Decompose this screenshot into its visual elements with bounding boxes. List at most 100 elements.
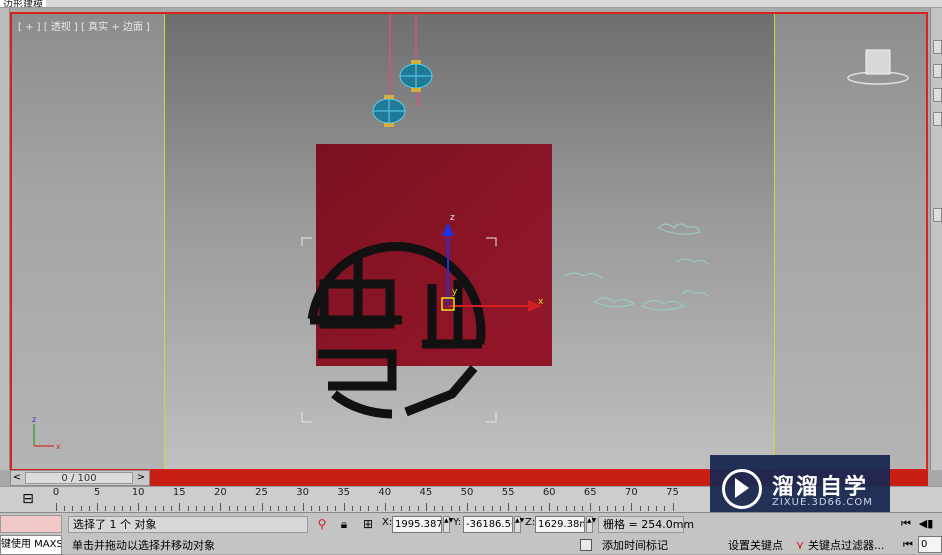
- play-icon: [735, 478, 749, 498]
- viewcube: [847, 49, 909, 85]
- current-frame-field[interactable]: 0: [918, 536, 942, 553]
- key-filters-button[interactable]: 关键点过滤器...: [808, 537, 888, 554]
- frame-tick: [450, 506, 452, 511]
- panel-tab-button[interactable]: [933, 208, 942, 222]
- frame-tick-label: 30: [296, 487, 309, 498]
- frame-tick: [409, 506, 411, 511]
- frame-tick: [351, 506, 353, 511]
- gizmo-y-label: y: [452, 287, 458, 297]
- watermark-subtitle: ZIXUE.3D66.COM: [772, 497, 873, 508]
- frame-tick: [582, 506, 584, 511]
- y-spinner[interactable]: ▲▼: [514, 516, 524, 533]
- frame-tick: [138, 503, 140, 511]
- frame-tick: [393, 506, 395, 511]
- frame-tick: [56, 503, 57, 511]
- axis-tripod: z x: [32, 415, 61, 451]
- prompt-line: 单击并拖动以选择并移动对象: [72, 539, 215, 552]
- frame-tick: [639, 506, 641, 511]
- status-bar: 键使用 MAXScri 选择了 1 个 对象 单击并拖动以选择并移动对象 ⚲ 🔒…: [0, 512, 942, 555]
- time-slider[interactable]: < 0 / 100 >: [10, 470, 150, 486]
- frame-tick: [310, 506, 312, 511]
- add-time-tag-icon[interactable]: [580, 539, 592, 551]
- left-toolbar-strip[interactable]: [0, 8, 10, 470]
- frame-tick: [286, 506, 288, 511]
- time-next-button[interactable]: >: [135, 471, 147, 485]
- panel-tab-button[interactable]: [933, 112, 942, 126]
- frame-tick: [442, 506, 444, 511]
- frame-tick: [253, 506, 255, 511]
- frame-tick: [590, 503, 592, 511]
- key-mode-icon[interactable]: ⏮: [900, 537, 916, 553]
- svg-text:x: x: [56, 442, 61, 451]
- isolate-icon[interactable]: ⚲: [314, 516, 330, 532]
- frame-tick: [105, 506, 107, 511]
- frame-tick: [672, 503, 674, 511]
- frame-tick: [656, 506, 658, 511]
- frame-tick-label: 35: [337, 487, 351, 498]
- frame-tick: [343, 503, 345, 511]
- add-time-tag-button[interactable]: 添加时间标记: [598, 537, 708, 554]
- frame-tick: [458, 506, 460, 511]
- frame-tick: [245, 506, 247, 511]
- frame-tick: [524, 506, 526, 511]
- perspective-viewport[interactable]: [ + ] [ 透视 ] [ 真实 + 边面 ] x y z z x: [10, 12, 928, 471]
- maxscript-listener-input[interactable]: 键使用 MAXScri: [0, 535, 62, 555]
- panel-tab-button[interactable]: [933, 64, 942, 78]
- gizmo-z-label: z: [450, 213, 455, 223]
- frame-tick: [425, 503, 427, 511]
- go-to-start-icon[interactable]: ⏮: [898, 516, 914, 532]
- key-filter-icon[interactable]: ⋎: [792, 537, 808, 553]
- frame-tick-label: 10: [131, 487, 145, 498]
- scene-canvas: x y z z x: [32, 14, 909, 451]
- x-coordinate-field[interactable]: 1995.387m: [392, 516, 442, 533]
- frame-tick-label: 55: [501, 487, 515, 498]
- frame-tick-label: 75: [666, 487, 679, 498]
- frame-tick: [113, 506, 115, 511]
- previous-frame-icon[interactable]: ◀▮: [918, 516, 934, 532]
- command-panel-strip[interactable]: [930, 8, 942, 470]
- frame-tick: [302, 503, 304, 511]
- absolute-mode-icon[interactable]: ⊞: [360, 516, 376, 532]
- grid-size: 栅格 = 254.0mm: [598, 516, 694, 533]
- frame-tick: [146, 506, 148, 511]
- frame-tick: [516, 506, 518, 511]
- panel-tab-button[interactable]: [933, 40, 942, 54]
- frame-tick: [664, 506, 666, 511]
- frame-tick: [121, 506, 123, 511]
- frame-tick: [335, 506, 337, 511]
- time-slider-thumb[interactable]: 0 / 100: [25, 472, 133, 484]
- frame-tick: [499, 506, 501, 511]
- lock-icon[interactable]: 🔒︎: [336, 516, 352, 532]
- frame-tick: [557, 506, 559, 511]
- frame-tick: [277, 506, 279, 511]
- frame-tick: [64, 506, 66, 511]
- frame-tick-label: 65: [583, 487, 597, 498]
- y-coordinate-field[interactable]: -36186.56: [463, 516, 513, 533]
- frame-tick: [203, 506, 205, 511]
- frame-tick: [228, 506, 230, 511]
- x-spinner[interactable]: ▲▼: [443, 516, 453, 533]
- z-coordinate-field[interactable]: 1629.38mm: [535, 516, 585, 533]
- time-prev-button[interactable]: <: [11, 471, 23, 485]
- frame-tick: [162, 506, 164, 511]
- frame-tick: [417, 506, 419, 511]
- frame-tick: [540, 506, 542, 511]
- z-spinner[interactable]: ▲▼: [586, 516, 596, 533]
- frame-tick: [549, 503, 551, 511]
- frame-tick: [212, 506, 214, 511]
- set-key-button[interactable]: 设置关键点: [728, 537, 788, 554]
- frame-tick: [598, 506, 600, 511]
- frame-tick: [261, 503, 263, 511]
- svg-text:z: z: [32, 415, 36, 424]
- frame-tick: [195, 506, 197, 511]
- frame-tick: [72, 506, 74, 511]
- maxscript-listener-output[interactable]: [0, 515, 62, 533]
- curve-editor-icon[interactable]: ⊟: [18, 491, 38, 507]
- frame-tick: [376, 506, 378, 511]
- frame-tick: [327, 506, 329, 511]
- panel-tab-button[interactable]: [933, 88, 942, 102]
- frame-tick: [179, 503, 181, 511]
- frame-tick: [631, 503, 633, 511]
- lantern: [399, 60, 433, 92]
- frame-ruler[interactable]: 0 5 10 15 20 25 30 35 40 45 50 55 60 65 70 75: [52, 487, 712, 513]
